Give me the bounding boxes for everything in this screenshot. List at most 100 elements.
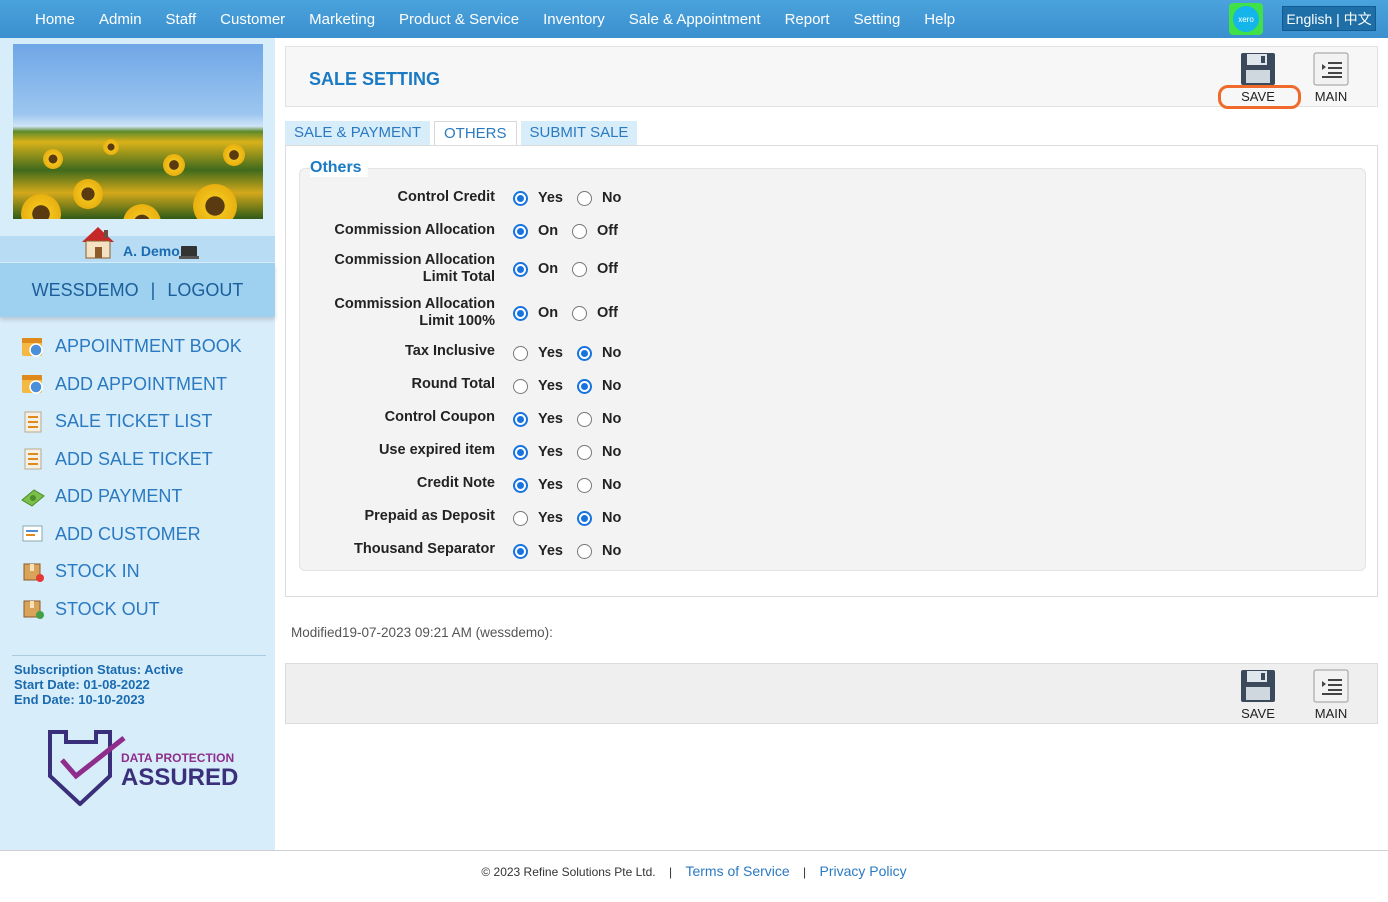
radio-button[interactable] <box>577 190 592 206</box>
radio-button[interactable] <box>513 378 528 394</box>
nav-product-service[interactable]: Product & Service <box>387 11 531 28</box>
nav-home[interactable]: Home <box>23 11 87 28</box>
terms-of-service-link[interactable]: Terms of Service <box>685 863 789 879</box>
quick-link-stock-out[interactable]: STOCK OUT <box>20 591 242 629</box>
nav-customer[interactable]: Customer <box>208 11 297 28</box>
header-panel: SALE SETTING <box>285 46 1378 107</box>
radio-button[interactable] <box>513 477 528 493</box>
xero-icon: xero <box>1233 6 1259 32</box>
tab-submit-sale[interactable]: SUBMIT SALE <box>520 121 638 145</box>
radio-option[interactable]: No <box>577 510 621 526</box>
radio-option[interactable]: Yes <box>513 444 563 460</box>
xero-button[interactable]: xero <box>1229 3 1263 35</box>
radio-option[interactable]: Yes <box>513 190 563 206</box>
radio-option[interactable]: Yes <box>513 345 563 361</box>
nav-sale-appointment[interactable]: Sale & Appointment <box>617 11 773 28</box>
main-button[interactable]: MAIN <box>1301 52 1361 104</box>
radio-button[interactable] <box>513 190 528 206</box>
tab-sale-payment[interactable]: SALE & PAYMENT <box>285 121 430 145</box>
nav-staff[interactable]: Staff <box>154 11 209 28</box>
radio-option[interactable]: Yes <box>513 411 563 427</box>
radio-button[interactable] <box>513 510 528 526</box>
radio-option[interactable]: No <box>577 444 621 460</box>
radio-option[interactable]: No <box>577 543 621 559</box>
quick-link-add-sale-ticket[interactable]: ADD SALE TICKET <box>20 441 242 479</box>
radio-option[interactable]: Off <box>572 305 618 321</box>
footer-separator: | <box>668 865 673 879</box>
radio-button[interactable] <box>577 543 592 559</box>
radio-button[interactable] <box>577 510 592 526</box>
laptop-icon <box>179 246 199 259</box>
nav-setting[interactable]: Setting <box>842 11 913 28</box>
quick-links: APPOINTMENT BOOK ADD APPOINTMENT SALE TI… <box>20 328 242 628</box>
radio-button[interactable] <box>513 444 528 460</box>
customer-card-icon <box>22 525 43 542</box>
radio-button[interactable] <box>577 345 592 361</box>
session-box: WESSDEMO | LOGOUT <box>0 263 275 317</box>
language-switch[interactable]: English | 中文 <box>1282 6 1376 31</box>
quick-link-add-customer[interactable]: ADD CUSTOMER <box>20 516 242 554</box>
tab-content: Others <box>285 145 1378 597</box>
subscription-end-date: End Date: 10-10-2023 <box>14 692 145 707</box>
radio-option[interactable]: Yes <box>513 477 563 493</box>
modified-info: Modified19-07-2023 09:21 AM (wessdemo): <box>291 625 553 640</box>
save-button-bottom[interactable]: SAVE <box>1228 669 1288 721</box>
radio-option[interactable]: No <box>577 190 621 206</box>
save-label: SAVE <box>1241 706 1275 721</box>
data-protection-badge: DATA PROTECTION ASSURED <box>48 730 238 806</box>
setting-label: Round Total <box>411 376 496 392</box>
radio-option[interactable]: Off <box>572 261 618 277</box>
radio-option[interactable]: No <box>577 345 621 361</box>
radio-option[interactable]: Off <box>572 223 618 239</box>
logout-link[interactable]: LOGOUT <box>167 280 243 301</box>
subscription-status: Subscription Status: Active <box>14 662 184 677</box>
privacy-policy-link[interactable]: Privacy Policy <box>820 863 907 879</box>
radio-option[interactable]: No <box>577 477 621 493</box>
radio-button[interactable] <box>513 543 528 559</box>
radio-option[interactable]: On <box>513 261 558 277</box>
tab-others[interactable]: OTHERS <box>433 121 517 145</box>
setting-label: Thousand Separator <box>354 541 495 557</box>
quick-link-appointment-book[interactable]: APPOINTMENT BOOK <box>20 328 242 366</box>
setting-label: Control Credit <box>397 189 495 205</box>
quick-link-stock-in[interactable]: STOCK IN <box>20 553 242 591</box>
nav-report[interactable]: Report <box>773 11 842 28</box>
radio-button[interactable] <box>577 411 592 427</box>
radio-option[interactable]: On <box>513 305 558 321</box>
box-in-icon <box>23 563 44 582</box>
radio-button[interactable] <box>577 444 592 460</box>
main-label: MAIN <box>1314 89 1348 104</box>
nav-inventory[interactable]: Inventory <box>531 11 617 28</box>
session-user-link[interactable]: WESSDEMO <box>32 280 139 301</box>
quick-link-add-payment[interactable]: ADD PAYMENT <box>20 478 242 516</box>
radio-button[interactable] <box>572 305 587 321</box>
nav-marketing[interactable]: Marketing <box>297 11 387 28</box>
radio-button[interactable] <box>513 411 528 427</box>
subscription-start-date: Start Date: 01-08-2022 <box>14 677 150 692</box>
main-button-bottom[interactable]: MAIN <box>1301 669 1361 721</box>
nav-admin[interactable]: Admin <box>87 11 154 28</box>
radio-button[interactable] <box>513 223 528 239</box>
list-document-icon <box>1313 669 1349 703</box>
radio-option[interactable]: No <box>577 411 621 427</box>
page-title: SALE SETTING <box>309 69 441 89</box>
svg-text:DATA PROTECTION: DATA PROTECTION <box>121 751 234 765</box>
floppy-disk-icon <box>1241 53 1275 85</box>
radio-button[interactable] <box>513 305 528 321</box>
radio-button[interactable] <box>577 378 592 394</box>
radio-button[interactable] <box>513 345 528 361</box>
radio-option[interactable]: On <box>513 223 558 239</box>
subscription-info: Subscription Status: Active Start Date: … <box>14 662 183 707</box>
quick-link-add-appointment[interactable]: ADD APPOINTMENT <box>20 366 242 404</box>
radio-option[interactable]: Yes <box>513 378 563 394</box>
radio-option[interactable]: Yes <box>513 510 563 526</box>
quick-link-sale-ticket-list[interactable]: SALE TICKET LIST <box>20 403 242 441</box>
radio-option[interactable]: No <box>577 378 621 394</box>
nav-help[interactable]: Help <box>912 11 967 28</box>
radio-button[interactable] <box>513 261 528 277</box>
radio-button[interactable] <box>572 261 587 277</box>
floppy-disk-icon <box>1241 670 1275 702</box>
radio-button[interactable] <box>572 223 587 239</box>
radio-option[interactable]: Yes <box>513 543 563 559</box>
radio-button[interactable] <box>577 477 592 493</box>
